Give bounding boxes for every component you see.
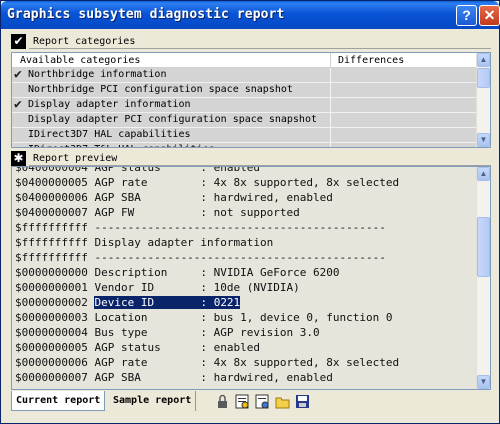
lock-icon[interactable] [215, 394, 230, 409]
preview-line-text: $0000000006 AGP rate : 4x 8x supported, … [15, 356, 400, 369]
category-label: Display adapter PCI configuration space … [28, 114, 317, 125]
report-tabs: Current report Sample report [11, 391, 491, 413]
report-icon[interactable] [235, 394, 250, 409]
categories-header-row: Available categories Differences [12, 53, 478, 68]
tab-current-report[interactable]: Current report [11, 391, 106, 411]
preview-line-text: $0400000006 AGP SBA : hardwired, enabled [15, 191, 333, 204]
categories-section-header: ✔ Report categories [11, 34, 491, 50]
compare-report-icon[interactable] [255, 394, 270, 409]
preview-lines: $0400000004 AGP status : enabled $0400000… [15, 166, 477, 385]
preview-line: $ffffffffff ----------------------------… [15, 220, 477, 235]
window-title: Graphics subsytem diagnostic report [7, 7, 285, 22]
preview-line-text: $0000000001 Vendor ID : 10de (NVIDIA) [15, 281, 300, 294]
preview-line-text: $0000000000 Description : NVIDIA GeForce… [15, 266, 340, 279]
category-row[interactable]: IDirect3D7 HAL capabilities [12, 128, 478, 143]
preview-line-text: $0000000005 AGP status : enabled [15, 341, 261, 354]
column-divider [330, 53, 331, 68]
column-divider [330, 98, 331, 113]
preview-line: $0000000001 Vendor ID : 10de (NVIDIA) [15, 280, 477, 295]
category-label: IDirect3D7 HAL capabilities [28, 129, 191, 140]
report-preview[interactable]: $0400000004 AGP status : enabled $0400000… [11, 166, 491, 390]
preview-line-text: $0400000004 AGP status : enabled [15, 166, 261, 174]
categories-scrollbar[interactable]: ▲ ▼ [476, 53, 490, 147]
preview-line: $0400000004 AGP status : enabled [15, 166, 477, 175]
preview-line: $ffffffffff Display adapter information [15, 235, 477, 250]
help-button[interactable]: ? [456, 5, 477, 26]
checkmark-icon: ✔ [14, 67, 22, 82]
category-row[interactable]: Display adapter PCI configuration space … [12, 113, 478, 128]
scroll-up-icon[interactable]: ▲ [477, 53, 490, 67]
title-bar[interactable]: Graphics subsytem diagnostic report ? ✕ [1, 1, 500, 29]
app-window: Graphics subsytem diagnostic report ? ✕ … [0, 0, 500, 424]
preview-line: $0400000006 AGP SBA : hardwired, enabled [15, 190, 477, 205]
preview-line-text: $ffffffffff ----------------------------… [15, 221, 386, 234]
preview-line-text: $0400000007 AGP FW : not supported [15, 206, 300, 219]
column-divider [330, 113, 331, 128]
preview-line: $0000000003 Location : bus 1, device 0, … [15, 310, 477, 325]
category-row[interactable]: ✔ Northbridge information [12, 68, 478, 83]
checkmark-icon: ✔ [14, 97, 22, 112]
preview-line: $0000000002 Device ID : 0221 [15, 295, 477, 310]
category-label: Display adapter information [28, 99, 191, 110]
category-label: Northbridge information [28, 69, 167, 80]
preview-line-text: $0000000003 Location : bus 1, device 0, … [15, 311, 393, 324]
column-header-differences[interactable]: Differences [338, 53, 404, 68]
preview-section-header: ✱ Report preview [11, 151, 491, 167]
column-divider [330, 68, 331, 83]
categories-list[interactable]: Available categories Differences ✔ Northb… [11, 52, 491, 148]
scroll-down-icon[interactable]: ▼ [477, 133, 490, 147]
tab-sample-report[interactable]: Sample report [109, 391, 197, 411]
column-divider [330, 83, 331, 98]
preview-icon[interactable]: ✱ [11, 151, 26, 166]
preview-line: $0000000005 AGP status : enabled [15, 340, 477, 355]
preview-line: $0400000005 AGP rate : 4x 8x supported, … [15, 175, 477, 190]
preview-section-label: Report preview [29, 152, 491, 166]
preview-line: $0000000004 Bus type : AGP revision 3.0 [15, 325, 477, 340]
preview-line: $0000000006 AGP rate : 4x 8x supported, … [15, 355, 477, 370]
preview-line-text: $ffffffffff ----------------------------… [15, 251, 386, 264]
preview-line: $ffffffffff ----------------------------… [15, 250, 477, 265]
save-icon[interactable] [295, 394, 310, 409]
column-divider [330, 128, 331, 143]
selected-text[interactable]: Device ID : 0221 [94, 296, 241, 309]
scroll-down-icon[interactable]: ▼ [477, 375, 490, 389]
preview-line-text: $0000000002 [15, 296, 95, 309]
category-label: IDirect3D7 T&L HAL capabilities [28, 143, 215, 147]
preview-line-text: $ffffffffff Display adapter information [15, 236, 274, 249]
column-header-available[interactable]: Available categories [20, 53, 140, 68]
preview-line-text: $0000000004 Bus type : AGP revision 3.0 [15, 326, 320, 339]
scroll-thumb[interactable] [477, 217, 490, 277]
categories-section-label: Report categories [29, 35, 491, 49]
category-row[interactable]: IDirect3D7 T&L HAL capabilities [12, 143, 478, 147]
category-row[interactable]: ✔ Display adapter information [12, 98, 478, 113]
scroll-up-icon[interactable]: ▲ [477, 167, 490, 181]
categories-rows: ✔ Northbridge information Northbridge PCI … [12, 68, 478, 147]
open-folder-icon[interactable] [275, 394, 290, 409]
close-button[interactable]: ✕ [479, 5, 500, 26]
category-label: Northbridge PCI configuration space snap… [28, 84, 293, 95]
scroll-thumb[interactable] [477, 68, 490, 88]
preview-scrollbar[interactable]: ▲ ▼ [476, 167, 490, 389]
category-row[interactable]: Northbridge PCI configuration space snap… [12, 83, 478, 98]
preview-line: $0000000000 Description : NVIDIA GeForce… [15, 265, 477, 280]
preview-line: $0400000007 AGP FW : not supported [15, 205, 477, 220]
preview-line: $0000000007 AGP SBA : hardwired, enabled [15, 370, 477, 385]
column-divider [330, 143, 331, 147]
categories-check-icon[interactable]: ✔ [11, 34, 26, 49]
preview-line-text: $0000000007 AGP SBA : hardwired, enabled [15, 371, 333, 384]
preview-line-text: $0400000005 AGP rate : 4x 8x supported, … [15, 176, 400, 189]
